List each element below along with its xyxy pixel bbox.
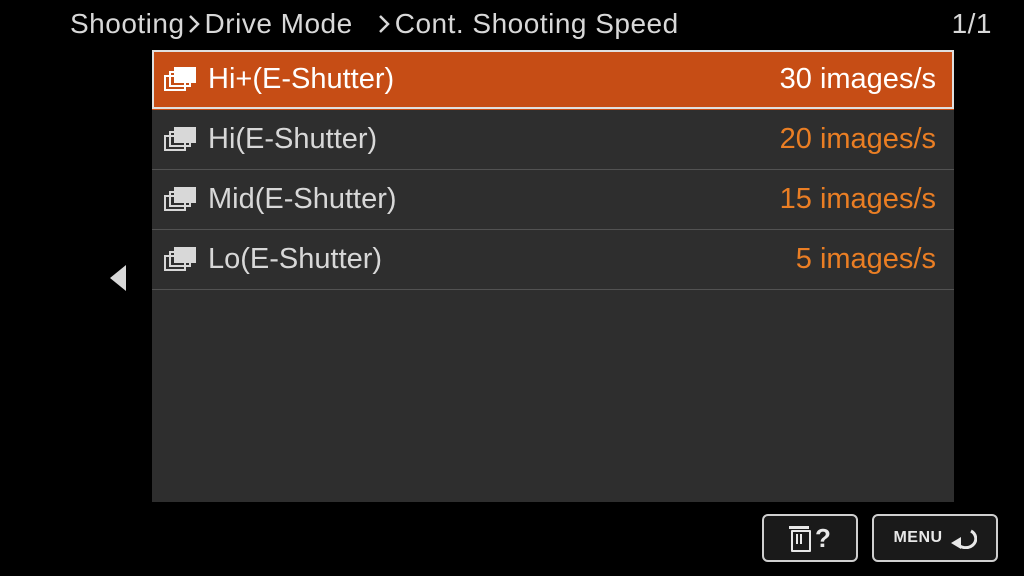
chevron-right-icon (377, 14, 391, 34)
menu-item-value: 15 images/s (780, 183, 936, 216)
continuous-shooting-icon (164, 67, 200, 93)
menu-item-value: 30 images/s (780, 63, 936, 96)
menu-back-button[interactable]: MENU (872, 514, 998, 562)
continuous-shooting-icon (164, 187, 200, 213)
breadcrumb-item[interactable]: Drive Mode (205, 8, 353, 40)
menu-item-label: Hi(E-Shutter) (208, 123, 377, 156)
menu-item-mid[interactable]: Mid(E-Shutter) 15 images/s (152, 170, 954, 230)
page-indicator: 1/1 (952, 8, 992, 40)
menu-item-lo[interactable]: Lo(E-Shutter) 5 images/s (152, 230, 954, 290)
help-label: ? (815, 523, 831, 554)
menu-item-value: 20 images/s (780, 123, 936, 156)
menu-item-hi[interactable]: Hi(E-Shutter) 20 images/s (152, 110, 954, 170)
menu-item-hi-plus[interactable]: Hi+(E-Shutter) 30 images/s (152, 50, 954, 110)
breadcrumb-item[interactable]: Cont. Shooting Speed (395, 8, 679, 40)
menu-item-label: Hi+(E-Shutter) (208, 63, 394, 96)
back-arrow-icon (949, 527, 977, 549)
menu-item-label: Lo(E-Shutter) (208, 243, 382, 276)
menu-label: MENU (893, 529, 942, 547)
menu-panel: Hi+(E-Shutter) 30 images/s Hi(E-Shutter)… (152, 50, 954, 502)
breadcrumb-item[interactable]: Shooting (70, 8, 185, 40)
trash-icon (789, 526, 809, 550)
breadcrumb: Shooting Drive Mode Cont. Shooting Speed… (0, 6, 1024, 42)
nav-left-caret-icon[interactable] (110, 265, 126, 291)
continuous-shooting-icon (164, 247, 200, 273)
chevron-right-icon (187, 14, 201, 34)
menu-item-label: Mid(E-Shutter) (208, 183, 397, 216)
help-button[interactable]: ? (762, 514, 858, 562)
continuous-shooting-icon (164, 127, 200, 153)
bottom-bar: ? MENU (762, 514, 998, 562)
menu-item-value: 5 images/s (796, 243, 936, 276)
